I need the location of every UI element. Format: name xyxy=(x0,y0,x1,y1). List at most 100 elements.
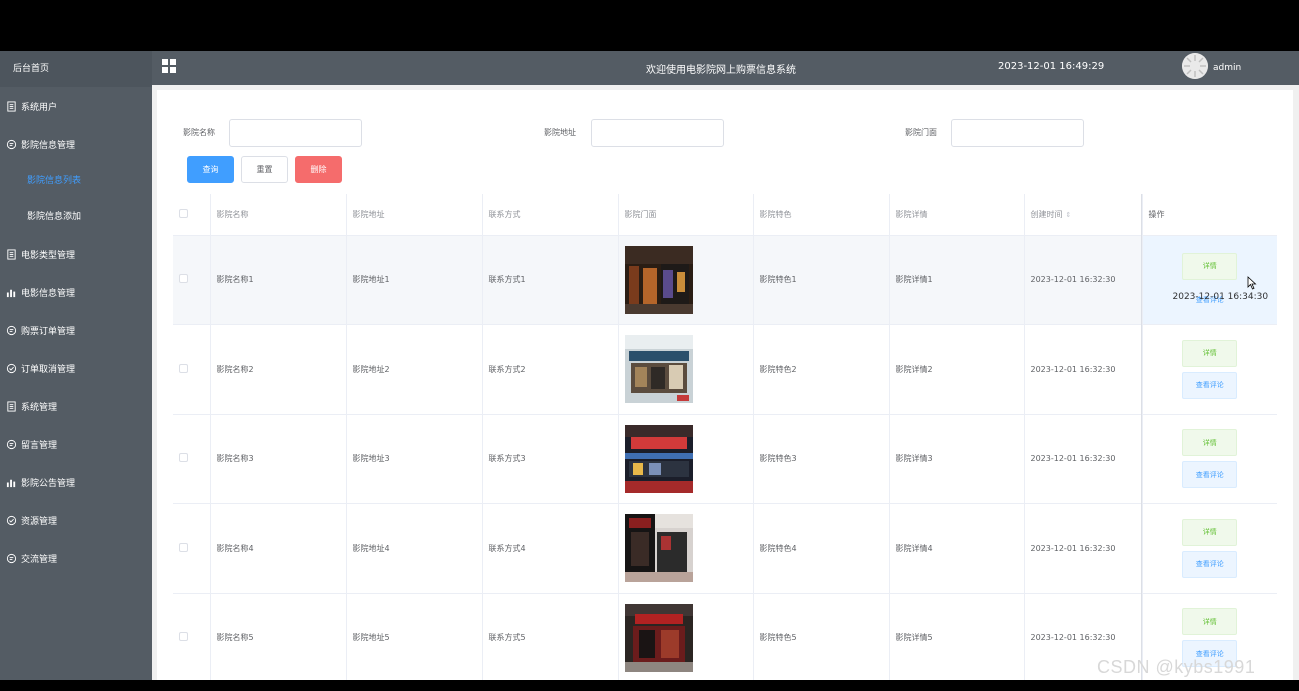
select-all-checkbox[interactable] xyxy=(179,208,188,218)
detail-button[interactable]: 详情 xyxy=(1182,518,1238,546)
table-row: 影院名称4 影院地址4 联系方式4 影院特色4 影院详情4 2023-12-01… xyxy=(173,503,1277,594)
sidebar-item-messages[interactable]: 留言管理 xyxy=(0,425,152,463)
cell-storefront xyxy=(618,324,754,415)
cell-name: 影院名称1 xyxy=(210,235,347,325)
view-comments-button[interactable]: 查看评论 xyxy=(1182,461,1238,489)
cell-address: 影院地址3 xyxy=(346,414,483,504)
cell-created: 2023-12-01 16:32:30 xyxy=(1024,324,1143,415)
sidebar-item-order-cancel[interactable]: 订单取消管理 xyxy=(0,349,152,387)
select-all-header[interactable] xyxy=(173,194,211,236)
cell-storefront xyxy=(618,235,754,325)
detail-button[interactable]: 详情 xyxy=(1182,608,1238,636)
detail-button[interactable]: 详情 xyxy=(1182,429,1238,457)
sidebar-subitem-cinema-list[interactable]: 影院信息列表 xyxy=(0,163,152,199)
cell-address: 影院地址1 xyxy=(346,235,483,325)
row-checkbox-cell[interactable] xyxy=(173,235,211,325)
sidebar-home[interactable]: 后台首页 xyxy=(0,51,152,87)
avatar[interactable] xyxy=(1182,53,1208,79)
cell-detail: 影院详情1 xyxy=(889,235,1025,325)
cell-feature: 影院特色4 xyxy=(753,503,890,594)
hover-tooltip: 2023-12-01 16:34:30 xyxy=(1172,291,1269,302)
detail-button[interactable]: 详情 xyxy=(1182,339,1238,367)
sidebar-item-label: 交流管理 xyxy=(21,554,58,565)
row-checkbox-cell[interactable] xyxy=(173,414,211,504)
col-header-ops: 操作 xyxy=(1142,194,1277,236)
search-storefront-input[interactable] xyxy=(951,119,1084,147)
chat-icon xyxy=(5,138,17,150)
cell-detail: 影院详情4 xyxy=(889,503,1025,594)
storefront-image xyxy=(624,245,693,314)
sidebar-item-system-users[interactable]: 系统用户 xyxy=(0,87,152,125)
search-name-input[interactable] xyxy=(229,119,362,147)
cell-contact: 联系方式4 xyxy=(482,503,619,594)
search-address-input[interactable] xyxy=(591,119,724,147)
cell-contact: 联系方式2 xyxy=(482,324,619,415)
sidebar-item-label: 系统用户 xyxy=(21,102,58,113)
sidebar-item-label: 电影类型管理 xyxy=(21,250,76,261)
cell-contact: 联系方式3 xyxy=(482,414,619,504)
row-checkbox[interactable] xyxy=(179,542,188,552)
cell-created: 2023-12-01 16:32:30 xyxy=(1024,414,1143,504)
search-name-label: 影院名称 xyxy=(183,128,215,137)
storefront-image xyxy=(624,335,693,404)
storefront-image xyxy=(624,514,693,583)
detail-button[interactable]: 详情 xyxy=(1182,252,1238,280)
delete-button[interactable]: 删除 xyxy=(295,156,342,183)
search-storefront-label: 影院门面 xyxy=(905,128,937,137)
sidebar-item-label: 影院信息管理 xyxy=(21,140,76,151)
query-button[interactable]: 查询 xyxy=(187,156,234,183)
row-checkbox[interactable] xyxy=(179,363,188,373)
col-header-feature: 影院特色 xyxy=(753,194,890,236)
chat-icon xyxy=(5,552,17,564)
ops-group: 详情 查看评论 xyxy=(1149,518,1272,578)
row-checkbox-cell[interactable] xyxy=(173,503,211,594)
sidebar-item-system-manage[interactable]: 系统管理 xyxy=(0,387,152,425)
storefront-image xyxy=(624,424,693,493)
top-header: 欢迎使用电影院网上购票信息系统 2023-12-01 16:49:29 admi… xyxy=(152,51,1299,85)
table-row: 影院名称1 影院地址1 联系方式1 影院特色1 影院详情1 2023-12-01… xyxy=(173,235,1277,325)
search-form: 影院名称 影院地址 影院门面 xyxy=(157,118,1293,148)
cell-feature: 影院特色3 xyxy=(753,414,890,504)
sidebar-item-label: 资源管理 xyxy=(21,516,58,527)
reset-button[interactable]: 重置 xyxy=(241,156,288,183)
cell-ops: 详情 查看评论 xyxy=(1142,503,1277,594)
cinema-table: 影院名称 影院地址 联系方式 影院门面 影院特色 影院详情 创建时间 ⇕ 操作 影… xyxy=(173,194,1277,680)
sidebar-item-cinema-info[interactable]: 影院信息管理 xyxy=(0,125,152,163)
sidebar-item-label: 影院公告管理 xyxy=(21,478,76,489)
cell-storefront xyxy=(618,593,754,680)
cell-address: 影院地址4 xyxy=(346,503,483,594)
sidebar-item-label: 留言管理 xyxy=(21,440,58,451)
row-checkbox-cell[interactable] xyxy=(173,593,211,680)
row-checkbox[interactable] xyxy=(179,274,188,284)
sidebar-item-announcements[interactable]: 影院公告管理 xyxy=(0,463,152,501)
sidebar-item-exchange[interactable]: 交流管理 xyxy=(0,539,152,577)
cell-name: 影院名称3 xyxy=(210,414,347,504)
cell-detail: 影院详情5 xyxy=(889,593,1025,680)
sidebar-item-ticket-orders[interactable]: 购票订单管理 xyxy=(0,311,152,349)
cell-name: 影院名称4 xyxy=(210,503,347,594)
content-panel: 影院名称 影院地址 影院门面 查询 重置 删除 影院名称 影院地址 联系方式 影… xyxy=(157,90,1293,680)
doc-icon xyxy=(5,100,17,112)
row-checkbox[interactable] xyxy=(179,453,188,463)
col-header-created[interactable]: 创建时间 ⇕ xyxy=(1024,194,1143,236)
cell-storefront xyxy=(618,503,754,594)
cell-contact: 联系方式1 xyxy=(482,235,619,325)
table-header-row: 影院名称 影院地址 联系方式 影院门面 影院特色 影院详情 创建时间 ⇕ 操作 xyxy=(173,194,1277,236)
cell-detail: 影院详情2 xyxy=(889,324,1025,415)
sidebar-subitem-cinema-add[interactable]: 影院信息添加 xyxy=(0,199,152,235)
view-comments-button[interactable]: 查看评论 xyxy=(1182,371,1238,399)
row-checkbox-cell[interactable] xyxy=(173,324,211,415)
view-comments-button[interactable]: 查看评论 xyxy=(1182,550,1238,578)
cell-feature: 影院特色1 xyxy=(753,235,890,325)
header-username[interactable]: admin xyxy=(1213,63,1241,73)
sidebar-item-movie-type[interactable]: 电影类型管理 xyxy=(0,235,152,273)
sidebar-item-movie-info[interactable]: 电影信息管理 xyxy=(0,273,152,311)
check-circle-icon xyxy=(5,362,17,374)
row-checkbox[interactable] xyxy=(179,632,188,642)
table-row: 影院名称2 影院地址2 联系方式2 影院特色2 影院详情2 2023-12-01… xyxy=(173,324,1277,415)
col-header-contact: 联系方式 xyxy=(482,194,619,236)
sort-icon[interactable]: ⇕ xyxy=(1066,211,1072,219)
grid-menu-icon[interactable] xyxy=(162,59,177,74)
sidebar-item-resources[interactable]: 资源管理 xyxy=(0,501,152,539)
sidebar-item-label: 电影信息管理 xyxy=(21,288,76,299)
